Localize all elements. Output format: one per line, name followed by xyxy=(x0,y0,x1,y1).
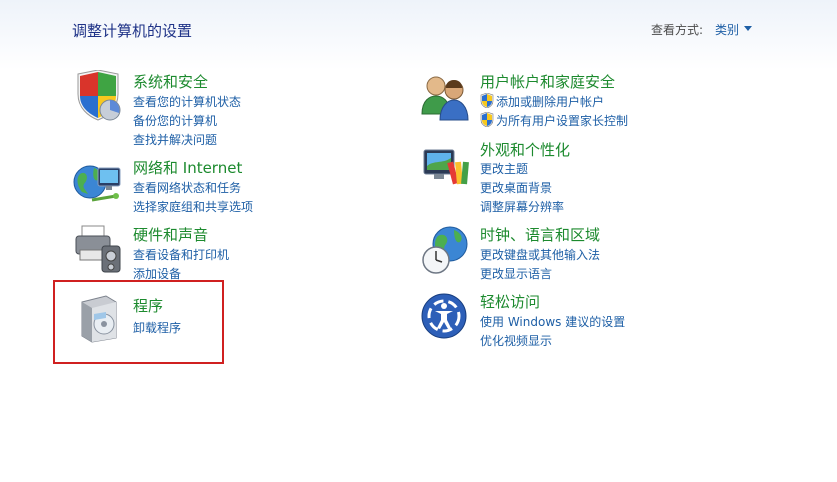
category-system-security[interactable]: 系统和安全 xyxy=(133,71,208,92)
link-change-background[interactable]: 更改桌面背景 xyxy=(480,179,552,196)
shield-security-icon xyxy=(77,70,121,121)
category-network-internet[interactable]: 网络和 Internet xyxy=(133,157,242,178)
link-devices-printers[interactable]: 查看设备和打印机 xyxy=(133,246,229,263)
clock-globe-icon xyxy=(422,226,468,274)
link-view-computer-status[interactable]: 查看您的计算机状态 xyxy=(133,93,241,110)
link-windows-suggested-settings[interactable]: 使用 Windows 建议的设置 xyxy=(480,313,625,330)
link-screen-resolution[interactable]: 调整屏幕分辨率 xyxy=(480,198,564,215)
uac-shield-icon xyxy=(480,112,494,127)
page-title: 调整计算机的设置 xyxy=(72,22,193,40)
category-user-accounts[interactable]: 用户帐户和家庭安全 xyxy=(480,71,615,92)
link-homegroup-sharing[interactable]: 选择家庭组和共享选项 xyxy=(133,198,253,215)
category-ease-of-access[interactable]: 轻松访问 xyxy=(480,291,540,312)
link-backup-computer[interactable]: 备份您的计算机 xyxy=(133,112,217,129)
ease-of-access-icon xyxy=(421,293,467,339)
category-appearance[interactable]: 外观和个性化 xyxy=(480,139,570,160)
category-hardware-sound[interactable]: 硬件和声音 xyxy=(133,224,208,245)
link-parental-controls[interactable]: 为所有用户设置家长控制 xyxy=(496,112,628,129)
printer-hardware-icon xyxy=(75,225,121,273)
uac-shield-icon xyxy=(480,93,494,108)
network-globe-icon xyxy=(73,165,121,202)
link-change-input-methods[interactable]: 更改键盘或其他输入法 xyxy=(480,246,600,263)
view-by-dropdown[interactable]: 类别 xyxy=(715,21,739,38)
link-change-display-language[interactable]: 更改显示语言 xyxy=(480,265,552,282)
link-troubleshoot[interactable]: 查找并解决问题 xyxy=(133,131,217,148)
link-view-network-status[interactable]: 查看网络状态和任务 xyxy=(133,179,241,196)
view-by-label: 查看方式: xyxy=(651,23,704,37)
category-clock-region[interactable]: 时钟、语言和区域 xyxy=(480,224,600,245)
dropdown-arrow-icon[interactable] xyxy=(744,26,752,31)
users-people-icon xyxy=(421,76,469,121)
monitor-palette-icon xyxy=(423,149,469,185)
link-change-theme[interactable]: 更改主题 xyxy=(480,160,528,177)
link-optimize-video[interactable]: 优化视频显示 xyxy=(480,332,552,349)
link-add-remove-accounts[interactable]: 添加或删除用户帐户 xyxy=(496,93,604,110)
highlight-box xyxy=(53,280,224,364)
